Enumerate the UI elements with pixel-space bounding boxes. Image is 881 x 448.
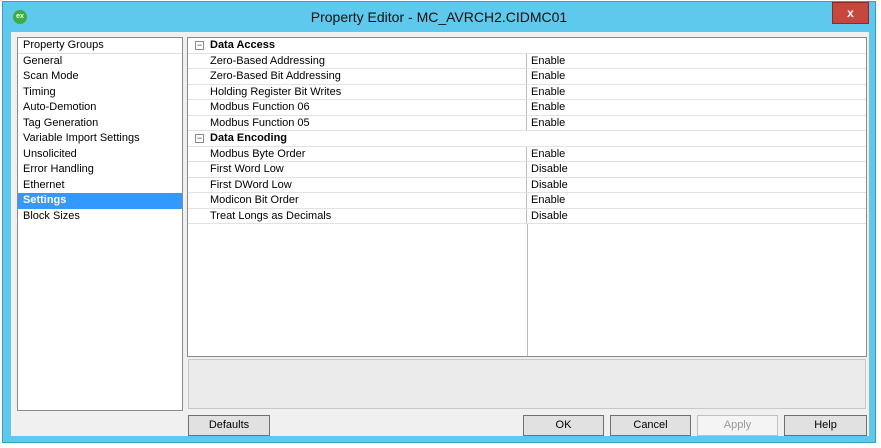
property-value[interactable]: Enable	[527, 69, 565, 84]
title-bar[interactable]: ex Property Editor - MC_AVRCH2.CIDMC01 x	[3, 2, 875, 32]
property-name: Modicon Bit Order	[188, 193, 527, 208]
collapse-icon[interactable]: −	[195, 134, 204, 143]
property-value[interactable]: Enable	[527, 116, 565, 131]
group-item-variable-import-settings[interactable]: Variable Import Settings	[18, 131, 182, 147]
property-name: Treat Longs as Decimals	[188, 208, 527, 223]
group-item-settings[interactable]: Settings	[18, 193, 182, 209]
description-panel	[188, 359, 866, 409]
group-item-error-handling[interactable]: Error Handling	[18, 162, 182, 178]
property-value[interactable]: Disable	[527, 178, 568, 193]
property-row[interactable]: Holding Register Bit Writes Enable	[188, 84, 866, 100]
group-item-general[interactable]: General	[18, 54, 182, 70]
property-row[interactable]: Modicon Bit Order Enable	[188, 193, 866, 209]
property-value[interactable]: Enable	[527, 193, 565, 208]
property-row[interactable]: Modbus Byte Order Enable	[188, 146, 866, 162]
collapse-icon[interactable]: −	[195, 41, 204, 50]
property-row[interactable]: Modbus Function 05 Enable	[188, 115, 866, 131]
property-value[interactable]: Enable	[527, 85, 565, 100]
ok-button[interactable]: OK	[523, 415, 604, 436]
property-name: First DWord Low	[188, 177, 527, 192]
property-name: Modbus Function 05	[188, 115, 527, 130]
group-item-timing[interactable]: Timing	[18, 85, 182, 101]
property-groups-header: Property Groups	[18, 38, 182, 54]
help-button[interactable]: Help	[784, 415, 867, 436]
property-name: First Word Low	[188, 162, 527, 177]
property-row[interactable]: Treat Longs as Decimals Disable	[188, 208, 866, 224]
property-groups-list[interactable]: Property Groups General Scan Mode Timing Au…	[17, 37, 183, 411]
property-name: Modbus Function 06	[188, 100, 527, 115]
property-row[interactable]: Modbus Function 06 Enable	[188, 100, 866, 116]
property-editor-window: ex Property Editor - MC_AVRCH2.CIDMC01 x…	[2, 1, 876, 443]
category-label: Data Encoding	[210, 132, 288, 144]
property-grid[interactable]: − Data Access Zero-Based Addressing Enable Z…	[187, 37, 867, 357]
category-data-access[interactable]: − Data Access	[188, 38, 866, 54]
property-name: Holding Register Bit Writes	[188, 84, 527, 99]
category-label: Data Access	[210, 39, 276, 51]
cancel-button[interactable]: Cancel	[610, 415, 691, 436]
property-name: Zero-Based Addressing	[188, 53, 527, 68]
dialog-client: Property Groups General Scan Mode Timing Au…	[11, 32, 869, 436]
defaults-button[interactable]: Defaults	[188, 415, 270, 436]
property-row[interactable]: First DWord Low Disable	[188, 177, 866, 193]
group-item-block-sizes[interactable]: Block Sizes	[18, 209, 182, 225]
apply-button[interactable]: Apply	[697, 415, 778, 436]
property-value[interactable]: Enable	[527, 54, 565, 69]
property-value[interactable]: Enable	[527, 147, 565, 162]
property-row[interactable]: Zero-Based Bit Addressing Enable	[188, 69, 866, 85]
category-data-encoding[interactable]: − Data Encoding	[188, 131, 866, 147]
property-name: Zero-Based Bit Addressing	[188, 69, 527, 84]
property-value[interactable]: Enable	[527, 100, 565, 115]
group-item-auto-demotion[interactable]: Auto-Demotion	[18, 100, 182, 116]
group-item-tag-generation[interactable]: Tag Generation	[18, 116, 182, 132]
group-item-ethernet[interactable]: Ethernet	[18, 178, 182, 194]
group-item-scan-mode[interactable]: Scan Mode	[18, 69, 182, 85]
property-value[interactable]: Disable	[527, 209, 568, 224]
window-title: Property Editor - MC_AVRCH2.CIDMC01	[310, 9, 568, 25]
property-name: Modbus Byte Order	[188, 146, 527, 161]
property-row[interactable]: First Word Low Disable	[188, 162, 866, 178]
column-divider[interactable]	[527, 224, 528, 356]
property-value[interactable]: Disable	[527, 162, 568, 177]
close-button[interactable]: x	[832, 2, 869, 24]
group-item-unsolicited[interactable]: Unsolicited	[18, 147, 182, 163]
property-row[interactable]: Zero-Based Addressing Enable	[188, 53, 866, 69]
